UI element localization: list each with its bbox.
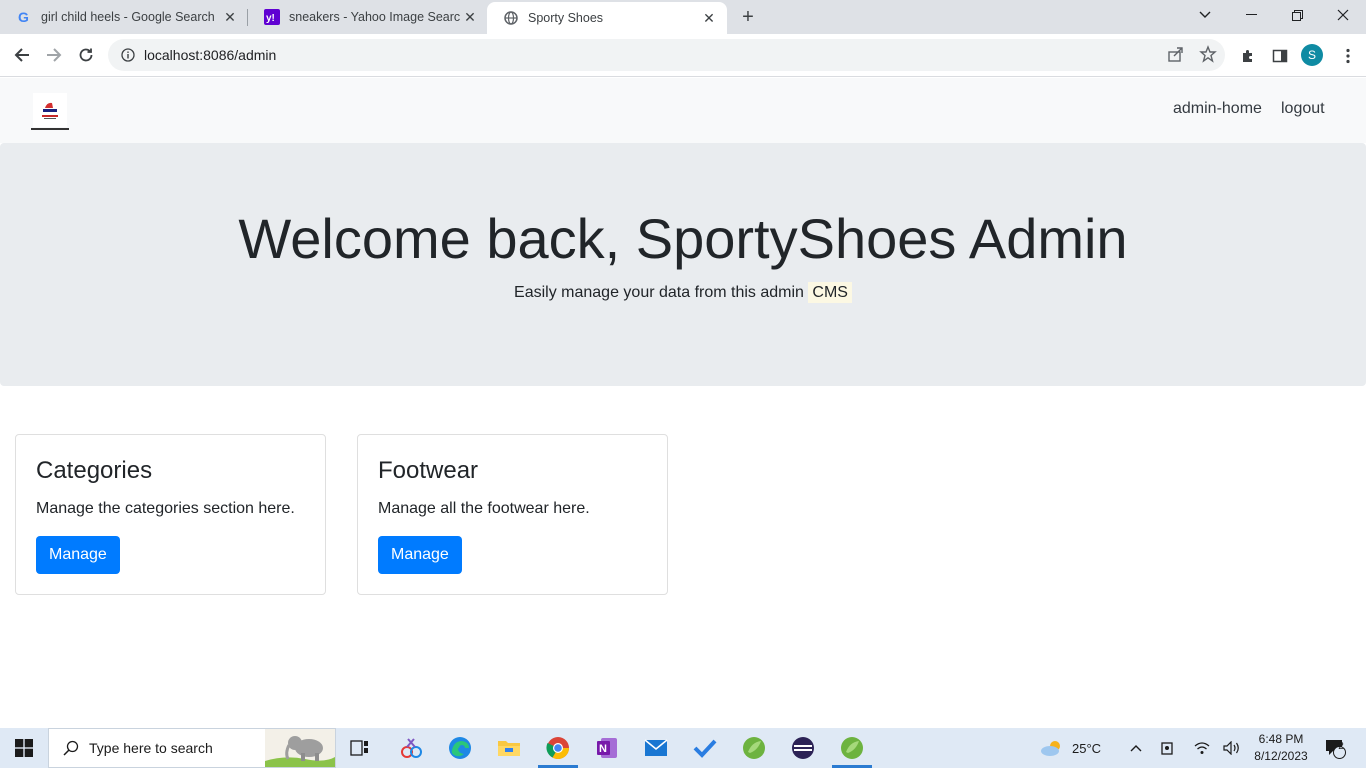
nav-admin-home-link[interactable]: admin-home: [1173, 100, 1262, 118]
nav-logout-link[interactable]: logout: [1281, 100, 1325, 118]
clock-date: 8/12/2023: [1254, 749, 1308, 763]
forward-icon[interactable]: [39, 40, 69, 70]
reload-icon[interactable]: [71, 40, 101, 70]
hero-lead: Easily manage your data from this admin …: [0, 282, 1366, 303]
snipping-tool-icon[interactable]: [397, 734, 425, 762]
manage-categories-button[interactable]: Manage: [36, 536, 120, 574]
system-clock[interactable]: 6:48 PM 8/12/2023: [1248, 731, 1314, 765]
restore-icon[interactable]: [1274, 0, 1320, 30]
close-icon[interactable]: ✕: [699, 8, 719, 28]
mail-icon[interactable]: [642, 734, 670, 762]
eclipse-icon[interactable]: [789, 734, 817, 762]
notification-center-icon[interactable]: 2: [1324, 728, 1346, 768]
search-highlight-elephant-icon: [265, 729, 335, 767]
edge-browser-icon[interactable]: [446, 734, 474, 762]
chrome-icon[interactable]: [544, 734, 572, 762]
hero-lead-text: Easily manage your data from this admin: [514, 284, 804, 301]
url-text[interactable]: localhost:8086/admin: [144, 47, 276, 63]
globe-icon: [503, 10, 519, 26]
task-view-icon[interactable]: [346, 734, 374, 762]
meet-now-icon[interactable]: [1161, 728, 1175, 768]
footwear-card: Footwear Manage all the footwear here. M…: [357, 434, 668, 595]
hero-jumbotron: Welcome back, SportyShoes Admin Easily m…: [0, 143, 1366, 386]
todo-check-icon[interactable]: [691, 734, 719, 762]
categories-card: Categories Manage the categories section…: [15, 434, 326, 595]
card-title: Categories: [36, 457, 153, 484]
close-icon[interactable]: ✕: [220, 7, 240, 27]
weather-temperature: 25°C: [1072, 740, 1102, 756]
tab-title: Sporty Shoes: [528, 11, 604, 25]
manage-footwear-button[interactable]: Manage: [378, 536, 462, 574]
svg-text:y!: y!: [266, 13, 275, 24]
clock-time: 6:48 PM: [1258, 732, 1304, 746]
hero-lead-mark: CMS: [808, 282, 852, 303]
new-tab-button[interactable]: +: [736, 5, 760, 29]
show-hidden-icons-chevron[interactable]: [1130, 728, 1142, 768]
card-text: Manage the categories section here.: [36, 500, 295, 517]
search-icon: [63, 740, 79, 756]
tab-google-search[interactable]: G girl child heels - Google Search ✕: [0, 0, 248, 34]
card-title: Footwear: [378, 457, 479, 484]
search-placeholder: Type here to search: [89, 740, 213, 756]
site-info-icon[interactable]: [120, 47, 136, 63]
svg-text:G: G: [18, 9, 29, 25]
tab-sporty-shoes[interactable]: Sporty Shoes ✕: [487, 2, 727, 34]
bookmark-star-icon[interactable]: [1199, 45, 1217, 68]
side-panel-icon[interactable]: [1270, 46, 1290, 66]
profile-avatar[interactable]: S: [1301, 44, 1323, 66]
web-page: admin-home logout Welcome back, SportySh…: [0, 78, 1366, 728]
minimize-icon[interactable]: [1228, 0, 1274, 30]
share-icon[interactable]: [1167, 45, 1185, 68]
back-icon[interactable]: [7, 40, 37, 70]
window-close-icon[interactable]: [1320, 0, 1366, 30]
close-icon[interactable]: ✕: [460, 7, 480, 27]
menu-kebab-icon[interactable]: [1338, 46, 1358, 66]
notification-count-badge: 2: [1338, 741, 1344, 752]
weather-widget[interactable]: 25°C: [1040, 728, 1101, 768]
browser-tab-strip: G girl child heels - Google Search ✕ y! …: [0, 0, 1366, 34]
volume-icon[interactable]: [1223, 728, 1241, 768]
sportyshoes-logo[interactable]: [31, 91, 69, 129]
tab-title: girl child heels - Google Search: [41, 10, 215, 24]
spring-tool-icon[interactable]: [740, 734, 768, 762]
site-navbar: admin-home logout: [0, 78, 1366, 143]
wifi-icon[interactable]: [1194, 728, 1210, 768]
cloud-sun-icon: [1040, 739, 1064, 757]
windows-taskbar: Type here to search N 25°C 6:48 PM 8/12/…: [0, 728, 1366, 768]
taskbar-search-box[interactable]: Type here to search: [48, 728, 336, 768]
yahoo-icon: y!: [264, 9, 280, 25]
extensions-puzzle-icon[interactable]: [1238, 46, 1258, 66]
card-text: Manage all the footwear here.: [378, 500, 590, 517]
address-bar[interactable]: localhost:8086/admin: [108, 39, 1225, 71]
spring-tool-2-icon[interactable]: [838, 734, 866, 762]
google-icon: G: [16, 9, 32, 25]
hero-title: Welcome back, SportyShoes Admin: [238, 207, 1128, 270]
tab-yahoo-images[interactable]: y! sneakers - Yahoo Image Search R ✕: [248, 0, 488, 34]
windows-start-icon[interactable]: [0, 728, 48, 768]
svg-text:N: N: [599, 743, 607, 755]
tab-title: sneakers - Yahoo Image Search R: [289, 10, 460, 24]
file-explorer-icon[interactable]: [495, 734, 523, 762]
browser-toolbar: localhost:8086/admin S: [0, 34, 1366, 77]
tab-search-chevron-icon[interactable]: [1182, 0, 1228, 30]
onenote-icon[interactable]: N: [593, 734, 621, 762]
logo-underline: [31, 128, 69, 130]
